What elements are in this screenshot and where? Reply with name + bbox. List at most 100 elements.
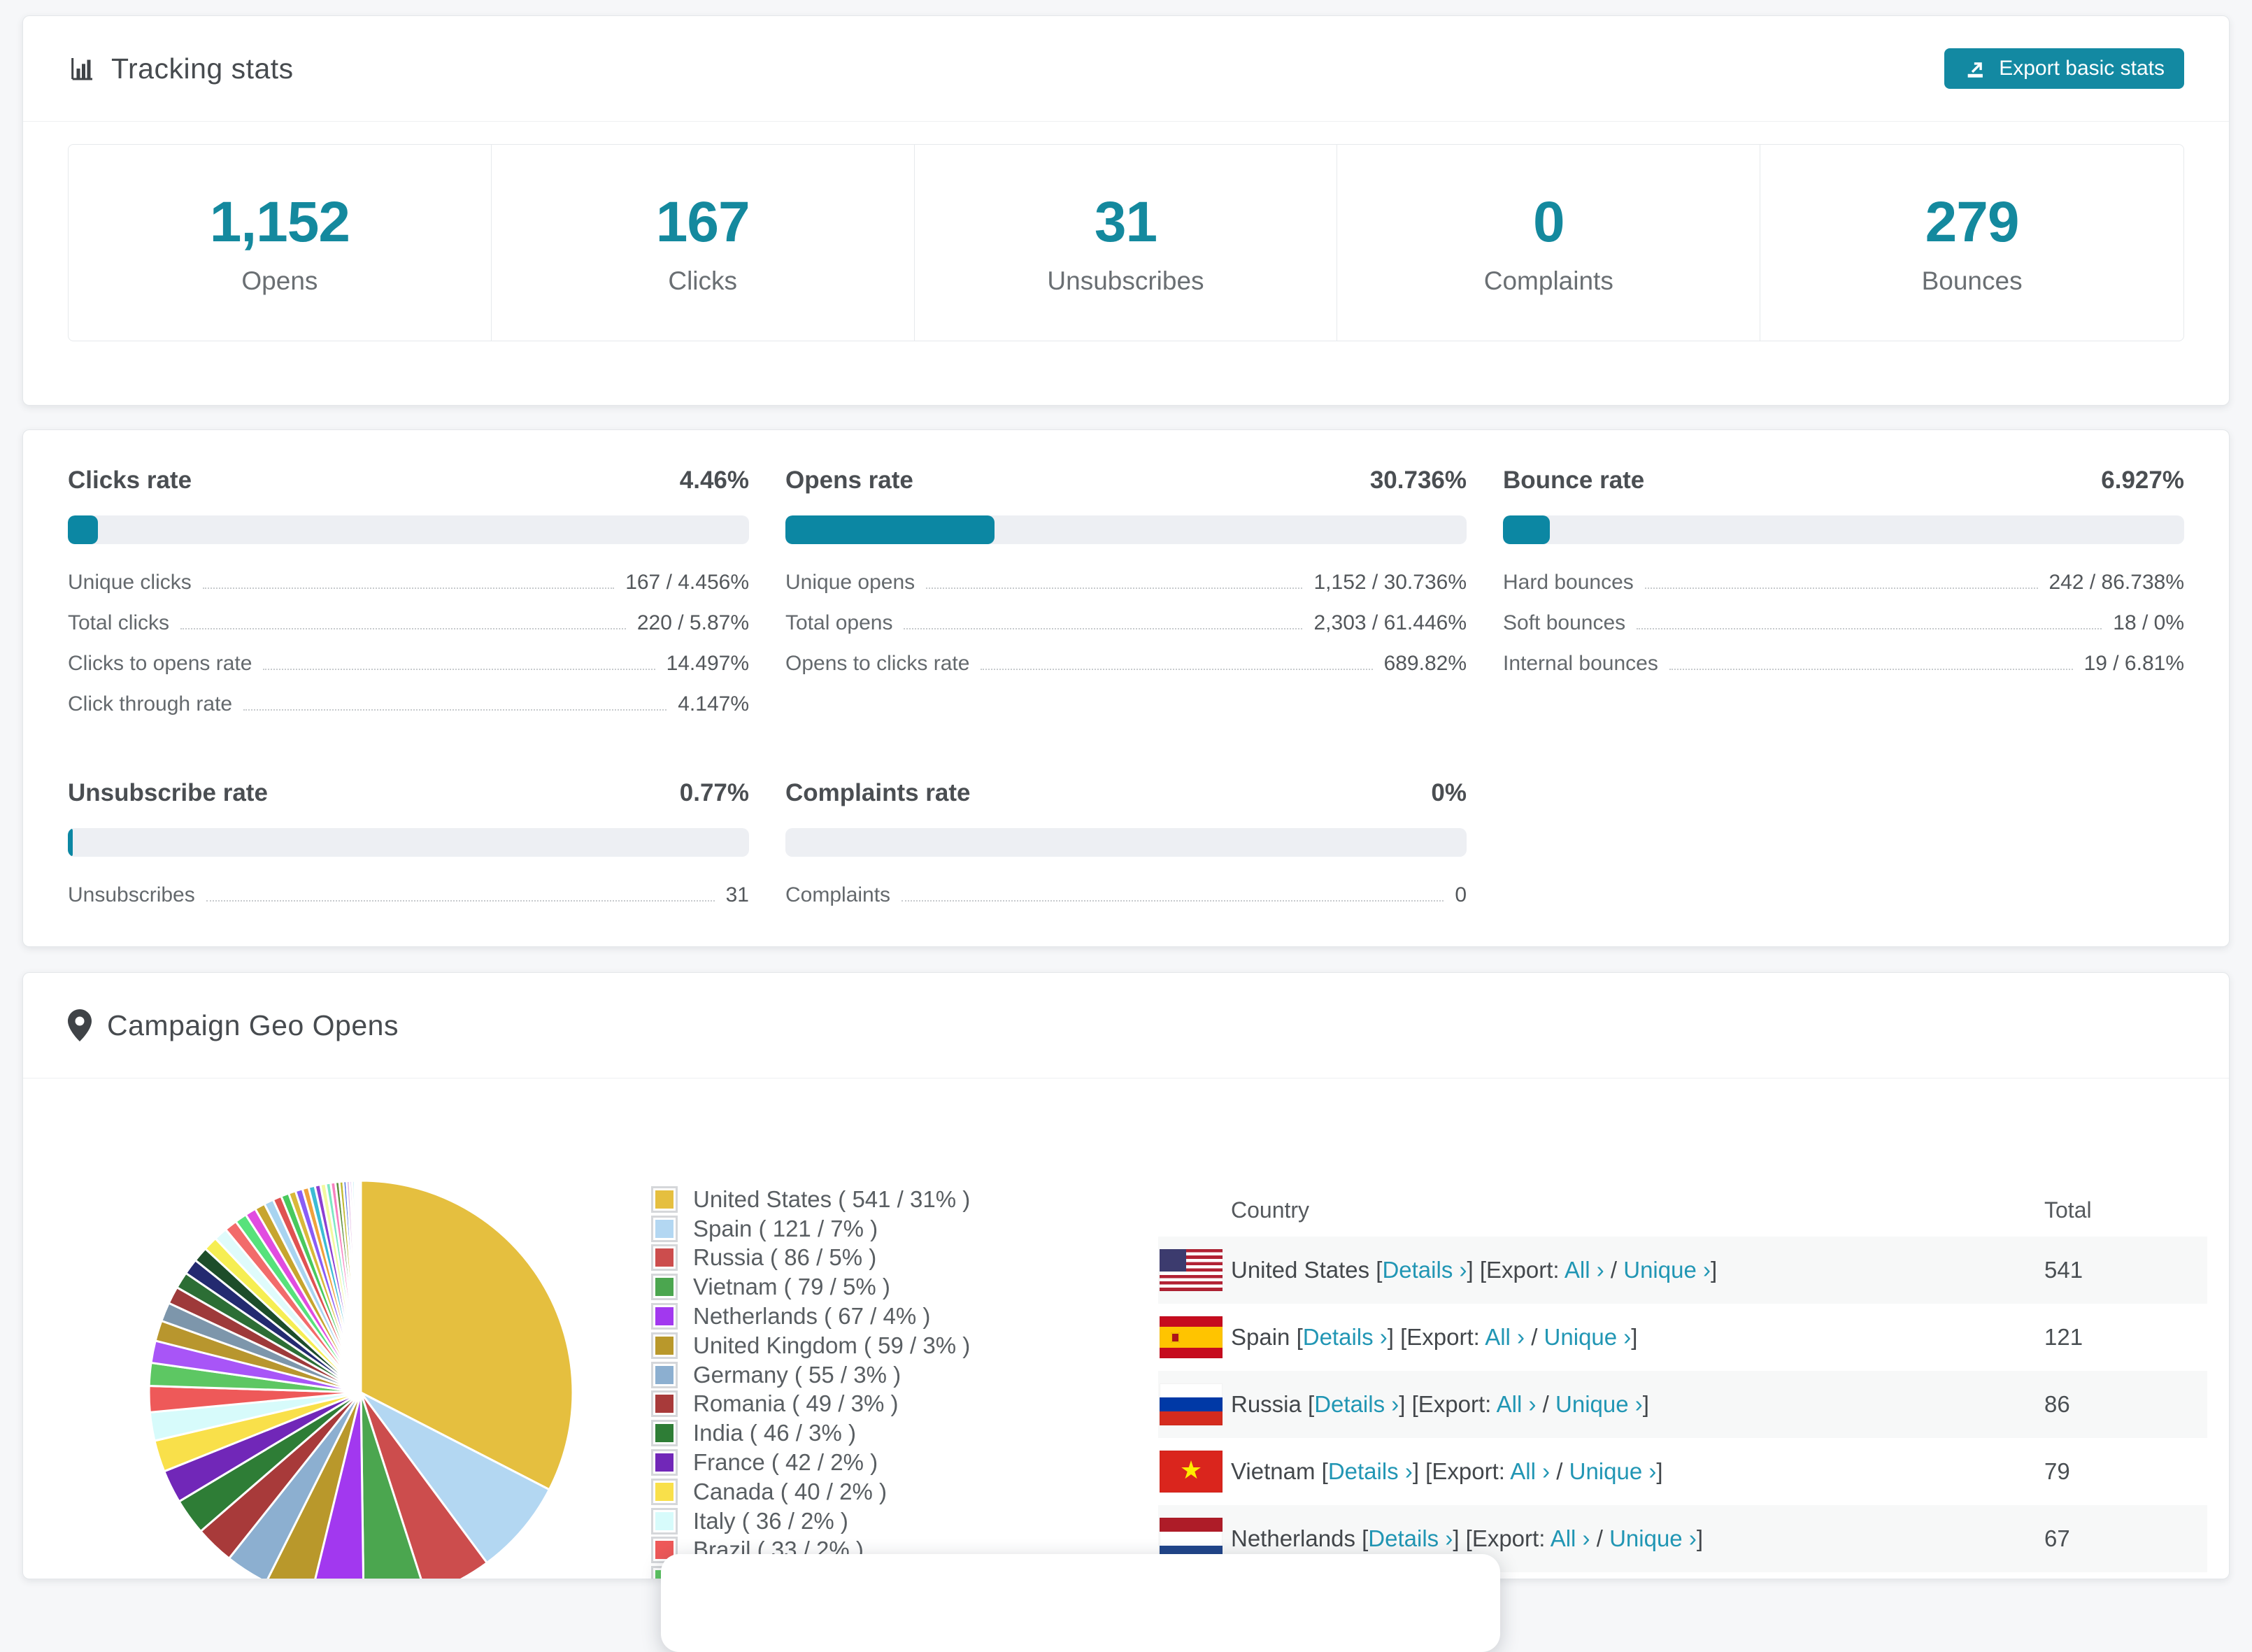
progress-track bbox=[68, 828, 749, 857]
stat-label: Bounces bbox=[1921, 266, 2023, 295]
stat-value: 0 bbox=[1532, 190, 1565, 254]
metric-label: Total opens bbox=[785, 611, 893, 634]
legend-item-italy: Italy ( 36 / 2% ) bbox=[651, 1507, 970, 1536]
export-all-link[interactable]: All › bbox=[1565, 1257, 1604, 1283]
legend-label: Romania ( 49 / 3% ) bbox=[693, 1390, 899, 1417]
details-link[interactable]: Details › bbox=[1303, 1324, 1388, 1350]
legend-label: Italy ( 36 / 2% ) bbox=[693, 1507, 848, 1534]
legend-swatch bbox=[651, 1449, 678, 1476]
bracket-text: ] [Export: bbox=[1467, 1257, 1565, 1283]
legend-label: Russia ( 86 / 5% ) bbox=[693, 1244, 877, 1271]
vn-flag-icon bbox=[1160, 1451, 1223, 1493]
legend-item-germany: Germany ( 55 / 3% ) bbox=[651, 1360, 970, 1390]
country-cell: United States [Details ›] [Export: All ›… bbox=[1231, 1257, 2044, 1283]
legend-swatch bbox=[651, 1215, 678, 1242]
rates-grid: Clicks rate 4.46% Unique clicks 167 / 4.456… bbox=[23, 430, 2229, 925]
slash-text: / bbox=[1604, 1257, 1624, 1283]
dotted-leader bbox=[202, 588, 615, 589]
rates-card: Clicks rate 4.46% Unique clicks 167 / 4.456… bbox=[22, 429, 2230, 947]
metric-label: Total clicks bbox=[68, 611, 170, 634]
metric-value: 14.497% bbox=[666, 652, 749, 675]
rate-title: Bounce rate bbox=[1503, 467, 1645, 494]
header-divider bbox=[23, 121, 2229, 122]
legend-swatch bbox=[651, 1361, 678, 1388]
metric-row-total-opens: Total opens 2,303 / 61.446% bbox=[785, 611, 1467, 635]
details-link[interactable]: Details › bbox=[1368, 1525, 1453, 1551]
dotted-leader bbox=[243, 709, 667, 711]
legend-label: India ( 46 / 3% ) bbox=[693, 1420, 856, 1446]
legend-label: Netherlands ( 67 / 4% ) bbox=[693, 1303, 931, 1330]
export-unique-link[interactable]: Unique › bbox=[1544, 1324, 1632, 1350]
flag-cell bbox=[1158, 1316, 1231, 1358]
export-all-link[interactable]: All › bbox=[1497, 1391, 1537, 1417]
details-link[interactable]: Details › bbox=[1328, 1458, 1413, 1484]
metric-value: 0 bbox=[1455, 883, 1467, 906]
geo-table-rows: United States [Details ›] [Export: All ›… bbox=[1158, 1237, 2207, 1579]
metric-row-unique-clicks: Unique clicks 167 / 4.456% bbox=[68, 571, 749, 594]
export-all-link[interactable]: All › bbox=[1551, 1525, 1590, 1551]
pie-slice-other-35[interactable] bbox=[359, 1179, 362, 1394]
flag-cell bbox=[1158, 1249, 1231, 1291]
export-unique-link[interactable]: Unique › bbox=[1569, 1458, 1657, 1484]
rate-block-clicks-rate: Clicks rate 4.46% Unique clicks 167 / 4.456… bbox=[68, 467, 749, 734]
country-cell: Vietnam [Details ›] [Export: All › / Uni… bbox=[1231, 1458, 2044, 1485]
progress-fill bbox=[1503, 515, 1551, 544]
bracket-text: [ bbox=[1308, 1391, 1315, 1417]
metric-value: 18 / 0% bbox=[2113, 611, 2184, 634]
stat-label: Opens bbox=[241, 266, 318, 295]
progress-track bbox=[68, 515, 749, 544]
metric-label: Unique opens bbox=[785, 571, 915, 594]
export-unique-link[interactable]: Unique › bbox=[1623, 1257, 1711, 1283]
dotted-leader bbox=[263, 669, 655, 670]
legend-swatch bbox=[651, 1244, 678, 1272]
bracket-text: [ bbox=[1296, 1324, 1303, 1350]
country-name: Vietnam bbox=[1231, 1458, 1322, 1484]
geo-pie-chart bbox=[143, 1175, 578, 1579]
slash-text: / bbox=[1536, 1391, 1556, 1417]
metric-value: 220 / 5.87% bbox=[636, 611, 749, 634]
dotted-leader bbox=[206, 900, 715, 902]
legend-label: United States ( 541 / 31% ) bbox=[693, 1185, 971, 1212]
metric-row-internal-bounces: Internal bounces 19 / 6.81% bbox=[1503, 652, 2184, 676]
legend-item-russia: Russia ( 86 / 5% ) bbox=[651, 1244, 970, 1273]
legend-item-spain: Spain ( 121 / 7% ) bbox=[651, 1214, 970, 1244]
export-all-link[interactable]: All › bbox=[1510, 1458, 1550, 1484]
metric-value: 2,303 / 61.446% bbox=[1313, 611, 1467, 634]
total-cell: 86 bbox=[2044, 1391, 2070, 1417]
rate-value: 6.927% bbox=[2101, 467, 2184, 494]
export-all-link[interactable]: All › bbox=[1485, 1324, 1525, 1350]
metric-value: 19 / 6.81% bbox=[2083, 652, 2184, 675]
rate-block-opens-rate: Opens rate 30.736% Unique opens 1,152 / 30.… bbox=[785, 467, 1467, 734]
table-row-russia: Russia [Details ›] [Export: All › / Uniq… bbox=[1158, 1371, 2207, 1438]
legend-item-india: India ( 46 / 3% ) bbox=[651, 1418, 970, 1448]
country-cell: Netherlands [Details ›] [Export: All › /… bbox=[1231, 1525, 2044, 1552]
dotted-leader bbox=[180, 628, 626, 629]
legend-swatch bbox=[651, 1420, 678, 1447]
stats-row: 1,152 Opens 167 Clicks 31 Unsubscribes 0 Compla… bbox=[68, 144, 2184, 341]
dotted-leader bbox=[926, 588, 1303, 589]
export-unique-link[interactable]: Unique › bbox=[1609, 1525, 1697, 1551]
us-flag-icon bbox=[1160, 1249, 1223, 1291]
export-unique-link[interactable]: Unique › bbox=[1555, 1391, 1643, 1417]
details-link[interactable]: Details › bbox=[1314, 1391, 1399, 1417]
nl-flag-icon bbox=[1160, 1518, 1223, 1560]
geo-table: Country Total United States [Details ›] … bbox=[1158, 1183, 2207, 1579]
total-cell: 121 bbox=[2044, 1324, 2083, 1350]
bracket-text: [ bbox=[1362, 1525, 1369, 1551]
rate-value: 30.736% bbox=[1369, 467, 1467, 494]
bracket-text: ] [Export: bbox=[1412, 1458, 1511, 1484]
export-basic-stats-button[interactable]: Export basic stats bbox=[1944, 48, 2184, 89]
rate-value: 0% bbox=[1431, 779, 1467, 806]
metric-row-hard-bounces: Hard bounces 242 / 86.738% bbox=[1503, 571, 2184, 594]
legend-item-canada: Canada ( 40 / 2% ) bbox=[651, 1477, 970, 1507]
dotted-leader bbox=[1644, 588, 2038, 589]
rate-title: Unsubscribe rate bbox=[68, 779, 268, 806]
legend-item-france: France ( 42 / 2% ) bbox=[651, 1448, 970, 1477]
details-link[interactable]: Details › bbox=[1382, 1257, 1467, 1283]
metric-label: Complaints bbox=[785, 883, 891, 906]
metric-label: Hard bounces bbox=[1503, 571, 1634, 594]
rate-block-unsubscribe-rate: Unsubscribe rate 0.77% Unsubscribes 31 bbox=[68, 779, 749, 925]
bracket-text: ] bbox=[1696, 1525, 1703, 1551]
total-cell: 67 bbox=[2044, 1525, 2070, 1551]
bracket-text: [ bbox=[1321, 1458, 1328, 1484]
